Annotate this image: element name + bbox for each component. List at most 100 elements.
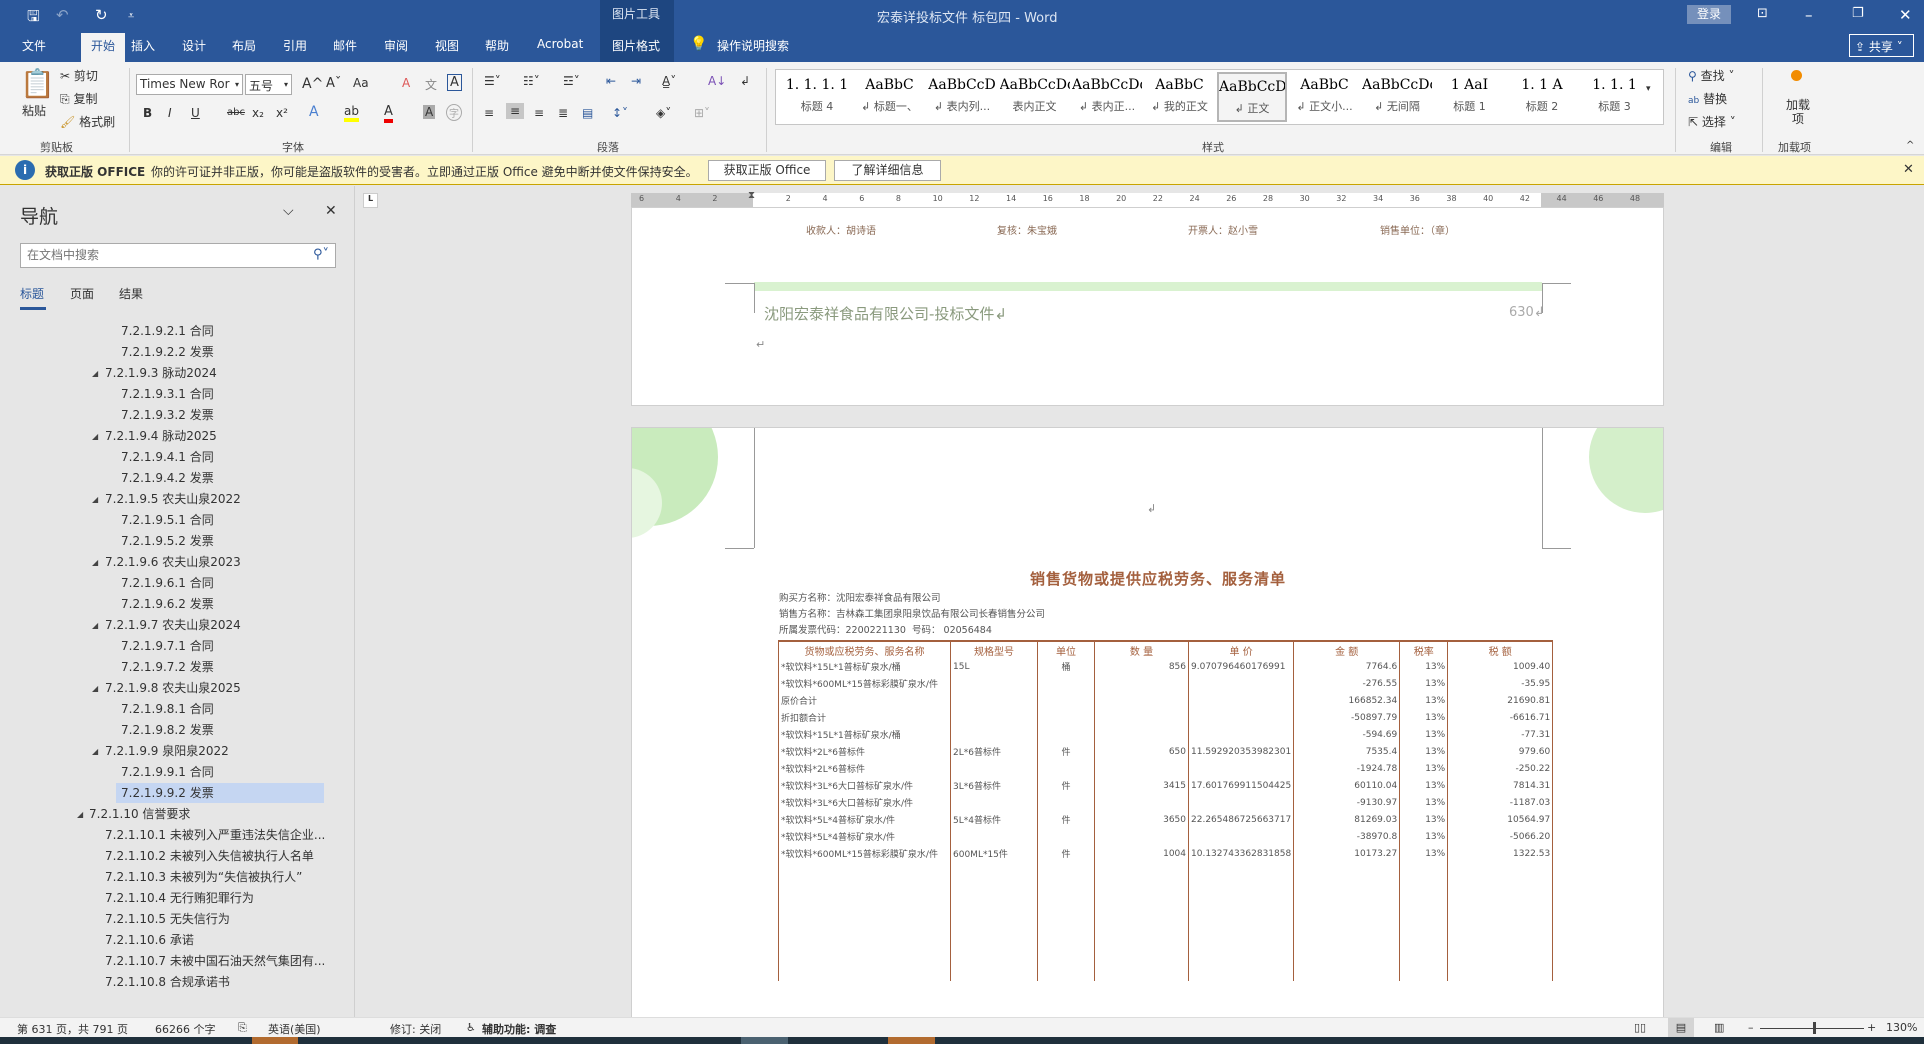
nav-heading-item[interactable]: 7.2.1.9.8.1 合同	[121, 699, 214, 719]
addins-button[interactable]: 加载项	[1786, 98, 1810, 126]
enclose-char-button[interactable]: 字	[446, 104, 462, 121]
strikethrough-button[interactable]: abc	[227, 107, 245, 118]
tell-me-search[interactable]: 操作说明搜索	[717, 37, 789, 54]
collapse-ribbon-icon[interactable]: ^	[1906, 140, 1914, 151]
minimize-icon[interactable]: –	[1805, 6, 1813, 24]
tab-3[interactable]: 设计	[182, 37, 206, 54]
nav-heading-item[interactable]: 7.2.1.10.5 无失信行为	[105, 909, 230, 929]
page-count[interactable]: 第 631 页，共 791 页	[17, 1021, 128, 1037]
nav-heading-item[interactable]: 7.2.1.10 信誉要求	[89, 804, 190, 824]
nav-search-input[interactable]	[21, 244, 291, 265]
nav-heading-item[interactable]: 7.2.1.10.1 未被列入严重违法失信企业...	[105, 825, 325, 845]
shading-icon[interactable]: ◈˅	[656, 106, 671, 120]
nav-heading-item[interactable]: 7.2.1.10.8 合规承诺书	[105, 972, 230, 992]
tab-7[interactable]: 审阅	[384, 37, 408, 54]
redo-icon[interactable]: ↻	[95, 6, 108, 24]
expand-triangle-icon[interactable]: ◢	[92, 747, 98, 756]
login-button[interactable]: 登录	[1687, 5, 1731, 24]
nav-heading-item[interactable]: 7.2.1.10.7 未被中国石油天然气集团有...	[105, 951, 325, 971]
close-icon[interactable]: ✕	[1899, 6, 1912, 24]
style-item[interactable]: AaBbC ↲ 我的正文	[1145, 72, 1215, 122]
numbering-icon[interactable]: ☷˅	[523, 74, 540, 88]
subscript-button[interactable]: x₂	[252, 106, 264, 120]
save-icon[interactable]: 🖫	[27, 6, 40, 31]
style-item[interactable]: AaBbC ↲ 标题一、	[855, 72, 925, 122]
show-marks-icon[interactable]: ↲	[740, 74, 750, 88]
select-button[interactable]: ⇱ 选择 ˅	[1688, 113, 1736, 130]
align-left-icon[interactable]: ≡	[484, 106, 494, 120]
search-icon[interactable]: ⚲˅	[313, 247, 329, 262]
style-item[interactable]: AaBbCcDdI 表内正文	[1000, 72, 1070, 122]
styles-more-icon[interactable]: ▾	[1646, 84, 1651, 94]
nav-close-icon[interactable]: ✕	[325, 203, 337, 219]
cut-button[interactable]: ✂ 剪切	[60, 67, 98, 84]
tab-6[interactable]: 邮件	[333, 37, 357, 54]
style-item[interactable]: AaBbCcD ↲ 表内列...	[927, 72, 997, 122]
shrink-font-button[interactable]: Aˇ	[326, 76, 341, 91]
nav-heading-item[interactable]: 7.2.1.9.6.1 合同	[121, 573, 214, 593]
expand-triangle-icon[interactable]: ◢	[92, 684, 98, 693]
nav-heading-item[interactable]: 7.2.1.10.6 承诺	[105, 930, 194, 950]
nav-heading-item[interactable]: 7.2.1.10.4 无行贿犯罪行为	[105, 888, 254, 908]
nav-tab-results[interactable]: 结果	[119, 285, 143, 302]
nav-heading-item[interactable]: 7.2.1.9.3.1 合同	[121, 384, 214, 404]
bold-button[interactable]: B	[143, 106, 152, 120]
align-right-icon[interactable]: ≡	[534, 106, 544, 120]
nav-heading-item[interactable]: 7.2.1.9.3.2 发票	[121, 405, 214, 425]
borders-icon[interactable]: ⊞˅	[694, 106, 710, 120]
text-effects-button[interactable]: A	[309, 104, 319, 120]
nav-heading-item[interactable]: 7.2.1.9.7.1 合同	[121, 636, 214, 656]
zoom-in-button[interactable]: +	[1867, 1021, 1876, 1034]
word-count[interactable]: 66266 个字	[155, 1021, 216, 1037]
tab-1[interactable]: 开始	[81, 33, 126, 62]
nav-heading-item[interactable]: 7.2.1.9.5.2 发票	[121, 531, 214, 551]
style-item[interactable]: AaBbCcDc ↲ 无间隔	[1362, 72, 1432, 122]
nav-heading-item[interactable]: 7.2.1.9.4 脉动2025	[105, 426, 217, 446]
tab-11[interactable]: 图片格式	[612, 37, 660, 54]
char-border-button[interactable]: A	[447, 74, 462, 91]
justify-icon[interactable]: ≣	[558, 106, 568, 120]
font-color-button[interactable]: A	[384, 104, 393, 123]
superscript-button[interactable]: x²	[276, 106, 288, 120]
expand-triangle-icon[interactable]: ◢	[92, 369, 98, 378]
tab-0[interactable]: 文件	[22, 37, 46, 54]
line-spacing-icon[interactable]: ↕˅	[612, 106, 628, 120]
nav-heading-item[interactable]: 7.2.1.9.2.2 发票	[121, 342, 214, 362]
nav-heading-item[interactable]: 7.2.1.9.9.1 合同	[121, 762, 214, 782]
nav-heading-item[interactable]: 7.2.1.9.8 农夫山泉2025	[105, 678, 241, 698]
zoom-slider-thumb[interactable]	[1813, 1022, 1816, 1034]
text-direction-icon[interactable]: A̳˅	[662, 74, 676, 88]
clear-format-button[interactable]: A	[402, 76, 410, 90]
infobar-close-icon[interactable]: ✕	[1903, 162, 1914, 177]
expand-triangle-icon[interactable]: ◢	[92, 558, 98, 567]
nav-heading-item[interactable]: 7.2.1.9.4.2 发票	[121, 468, 214, 488]
tab-9[interactable]: 帮助	[485, 37, 509, 54]
expand-triangle-icon[interactable]: ◢	[92, 495, 98, 504]
style-item[interactable]: 1. 1. 1 标题 3	[1580, 72, 1650, 122]
style-item[interactable]: 1. 1. 1. 1 标题 4	[782, 72, 852, 122]
web-layout-icon[interactable]: ▥	[1714, 1021, 1724, 1034]
tab-2[interactable]: 插入	[131, 37, 155, 54]
tab-4[interactable]: 布局	[232, 37, 256, 54]
undo-icon[interactable]: ↶	[56, 6, 69, 24]
format-painter-button[interactable]: 🖌 格式刷	[60, 113, 115, 130]
grow-font-button[interactable]: A^	[302, 76, 323, 92]
expand-triangle-icon[interactable]: ◢	[92, 432, 98, 441]
underline-button[interactable]: U	[191, 106, 200, 120]
change-case-button[interactable]: Aa	[353, 76, 369, 90]
nav-heading-item[interactable]: 7.2.1.10.3 未被列为“失信被执行人”	[105, 867, 302, 887]
find-button[interactable]: ⚲ 查找 ˅	[1688, 67, 1734, 84]
tab-5[interactable]: 引用	[283, 37, 307, 54]
nav-heading-item[interactable]: 7.2.1.9.5.1 合同	[121, 510, 214, 530]
bullets-icon[interactable]: ☰˅	[484, 74, 501, 88]
share-button[interactable]: ⇪ 共享 ˅	[1849, 34, 1914, 57]
accessibility-status[interactable]: 辅助功能: 调查	[482, 1021, 556, 1037]
nav-heading-item[interactable]: 7.2.1.9.7 农夫山泉2024	[105, 615, 241, 635]
restore-icon[interactable]: ❐	[1852, 6, 1864, 21]
zoom-out-button[interactable]: –	[1748, 1021, 1754, 1034]
customize-icon[interactable]: ⩡	[128, 9, 134, 23]
read-mode-icon[interactable]: ▯▯	[1634, 1021, 1646, 1034]
indent-marker-icon[interactable]: ⧗	[748, 190, 755, 201]
multilevel-list-icon[interactable]: ☲˅	[563, 74, 580, 88]
increase-indent-icon[interactable]: ⇥	[631, 74, 641, 88]
